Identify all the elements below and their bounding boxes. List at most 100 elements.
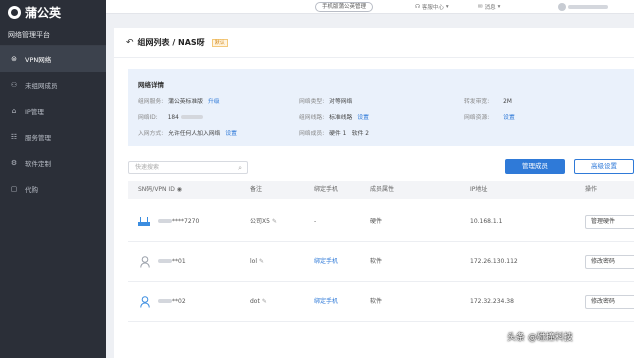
id-blurred bbox=[158, 299, 172, 303]
resource-label: 网络资源: bbox=[464, 115, 490, 121]
members-value: 硬件 1 软件 2 bbox=[329, 131, 369, 137]
column-header-note: 备注 bbox=[250, 186, 263, 193]
table-row: ****7270 公司X5✎ - 硬件 10.168.1.1 管理硬件▼ bbox=[128, 202, 634, 242]
action-label: 修改密码 bbox=[591, 258, 616, 265]
user-icon: ⚇ bbox=[10, 81, 18, 89]
line-field: 组网线路: 标准线路 设置 bbox=[299, 112, 369, 121]
logo[interactable]: 蒲公英 bbox=[0, 0, 106, 24]
user-menu[interactable] bbox=[558, 2, 608, 12]
cart-icon: ▢ bbox=[10, 185, 18, 193]
row-type: 软件 bbox=[370, 298, 383, 305]
members-field: 网络成员: 硬件 1 软件 2 bbox=[299, 128, 369, 137]
row-ip: 172.32.234.38 bbox=[470, 298, 514, 305]
back-arrow-icon[interactable]: ↶ bbox=[126, 38, 134, 48]
sidebar-item-label: 代购 bbox=[25, 186, 38, 194]
avatar bbox=[558, 3, 566, 11]
line-settings-link[interactable]: 设置 bbox=[357, 115, 369, 121]
network-details-title: 网络详情 bbox=[138, 81, 164, 89]
sidebar-item-service-management[interactable]: ☷ 服务管理 bbox=[0, 124, 106, 150]
bind-phone-link[interactable]: 绑定手机 bbox=[314, 282, 338, 322]
chevron-down-icon: ▾ bbox=[445, 4, 449, 10]
edit-icon[interactable]: ✎ bbox=[262, 298, 267, 305]
messages-label: 消息 bbox=[484, 5, 496, 11]
app-root: 蒲公英 网络管理平台 ⊜ VPN网络 ⚇ 未组网成员 ⌂ IP管理 ☷ 服务管理… bbox=[0, 0, 634, 358]
id-text: **02 bbox=[172, 298, 186, 305]
row-id: ****7270 bbox=[158, 202, 199, 242]
action-select[interactable]: 修改密码▼ bbox=[585, 255, 634, 269]
sidebar-item-vpn-network[interactable]: ⊜ VPN网络 bbox=[0, 46, 106, 72]
sidebar-item-software-custom[interactable]: ⚙ 软件定制 bbox=[0, 150, 106, 176]
id-text: ****7270 bbox=[172, 218, 200, 225]
user-icon bbox=[140, 256, 150, 268]
row-phone: - bbox=[314, 218, 317, 225]
action-select[interactable]: 修改密码▼ bbox=[585, 295, 634, 309]
resource-settings-link[interactable]: 设置 bbox=[503, 115, 515, 121]
network-id-blurred bbox=[180, 115, 203, 119]
manage-members-button[interactable]: 管理成员 bbox=[505, 159, 565, 174]
row-ip: 10.168.1.1 bbox=[470, 218, 503, 225]
join-value: 允许任何人加入网络 bbox=[168, 131, 221, 137]
row-id: **01 bbox=[158, 242, 186, 282]
resource-field: 网络资源: 设置 bbox=[464, 112, 515, 121]
bind-phone-link[interactable]: 绑定手机 bbox=[314, 242, 338, 282]
ip-icon: ⌂ bbox=[11, 107, 17, 115]
logo-text: 蒲公英 bbox=[25, 5, 62, 20]
line-label: 组网线路: bbox=[299, 115, 325, 121]
help-label: 客服中心 bbox=[421, 5, 444, 11]
sidebar-item-label: 软件定制 bbox=[25, 160, 51, 168]
dandelion-logo-icon bbox=[8, 5, 21, 19]
sidebar-item-label: 未组网成员 bbox=[25, 82, 58, 90]
id-blurred bbox=[158, 259, 172, 263]
network-id-label: 网络ID: bbox=[138, 115, 158, 121]
row-note: lol ✎ bbox=[250, 242, 264, 282]
sidebar-item-ungrouped-members[interactable]: ⚇ 未组网成员 bbox=[0, 72, 106, 98]
sidebar-item-ip-management[interactable]: ⌂ IP管理 bbox=[0, 98, 106, 124]
search-placeholder: 快速搜索 bbox=[135, 164, 160, 171]
sidebar-item-label: VPN网络 bbox=[25, 56, 52, 64]
service-icon: ☷ bbox=[10, 133, 18, 141]
join-settings-link[interactable]: 设置 bbox=[225, 131, 237, 137]
note-text: lol bbox=[250, 258, 258, 265]
sidebar: 蒲公英 网络管理平台 ⊜ VPN网络 ⚇ 未组网成员 ⌂ IP管理 ☷ 服务管理… bbox=[0, 0, 106, 358]
software-icon: ⚙ bbox=[10, 159, 18, 167]
main-panel: ↶ 组网列表 / NAS呀 默认 网络详情 组网服务: 蒲公英标准版 升级 网络类型… bbox=[114, 28, 634, 358]
sidebar-item-label: IP管理 bbox=[25, 108, 44, 116]
action-select[interactable]: 管理硬件▼ bbox=[585, 215, 634, 229]
type-value: 对等网络 bbox=[329, 99, 353, 105]
column-header-type: 成员属性 bbox=[370, 186, 395, 193]
network-icon: ⊜ bbox=[11, 55, 17, 63]
headset-icon: ☊ bbox=[415, 4, 420, 10]
column-header-action: 操作 bbox=[585, 186, 598, 193]
edit-icon[interactable]: ✎ bbox=[272, 218, 277, 225]
platform-title: 网络管理平台 bbox=[0, 24, 106, 46]
table-row: **02 dot✎ 绑定手机 软件 172.32.234.38 修改密码▼ bbox=[128, 282, 634, 322]
username-blurred bbox=[568, 5, 608, 9]
upgrade-link[interactable]: 升级 bbox=[208, 99, 220, 105]
advanced-settings-button[interactable]: 高级设置 bbox=[574, 159, 634, 174]
messages[interactable]: ✉ 消息 ▾ bbox=[478, 2, 500, 12]
column-header-phone: 绑定手机 bbox=[314, 186, 339, 193]
top-bar: 手机版蒲公英管理 ☊ 客服中心 ▾ ✉ 消息 ▾ bbox=[106, 0, 634, 14]
visibility-icon[interactable]: ◉ bbox=[177, 186, 182, 193]
search-icon: ⌕ bbox=[238, 164, 242, 172]
bandwidth-value: 2M bbox=[503, 99, 512, 105]
column-header-label: SN码/VPN ID bbox=[138, 186, 175, 193]
user-icon bbox=[140, 296, 150, 308]
help-center[interactable]: ☊ 客服中心 ▾ bbox=[415, 2, 449, 12]
sidebar-item-purchase[interactable]: ▢ 代购 bbox=[0, 176, 106, 202]
mobile-manage-button[interactable]: 手机版蒲公英管理 bbox=[315, 2, 374, 12]
type-label: 网络类型: bbox=[299, 99, 325, 105]
table-header: SN码/VPN ID ◉ 备注 绑定手机 成员属性 IP地址 操作 bbox=[128, 181, 634, 199]
line-value: 标准线路 bbox=[329, 115, 353, 121]
column-header-id: SN码/VPN ID ◉ bbox=[138, 181, 182, 199]
search-input[interactable]: 快速搜索 ⌕ bbox=[128, 161, 248, 174]
id-blurred bbox=[158, 219, 172, 223]
service-label: 组网服务: bbox=[138, 99, 164, 105]
note-text: 公司X5 bbox=[250, 218, 270, 225]
edit-icon[interactable]: ✎ bbox=[259, 258, 264, 265]
type-field: 网络类型: 对等网络 bbox=[299, 96, 352, 105]
row-note: 公司X5 ✎ bbox=[250, 202, 277, 242]
page-title: 组网列表 / NAS呀 bbox=[137, 38, 205, 47]
note-text: dot bbox=[250, 298, 260, 305]
row-note: dot ✎ bbox=[250, 282, 267, 322]
